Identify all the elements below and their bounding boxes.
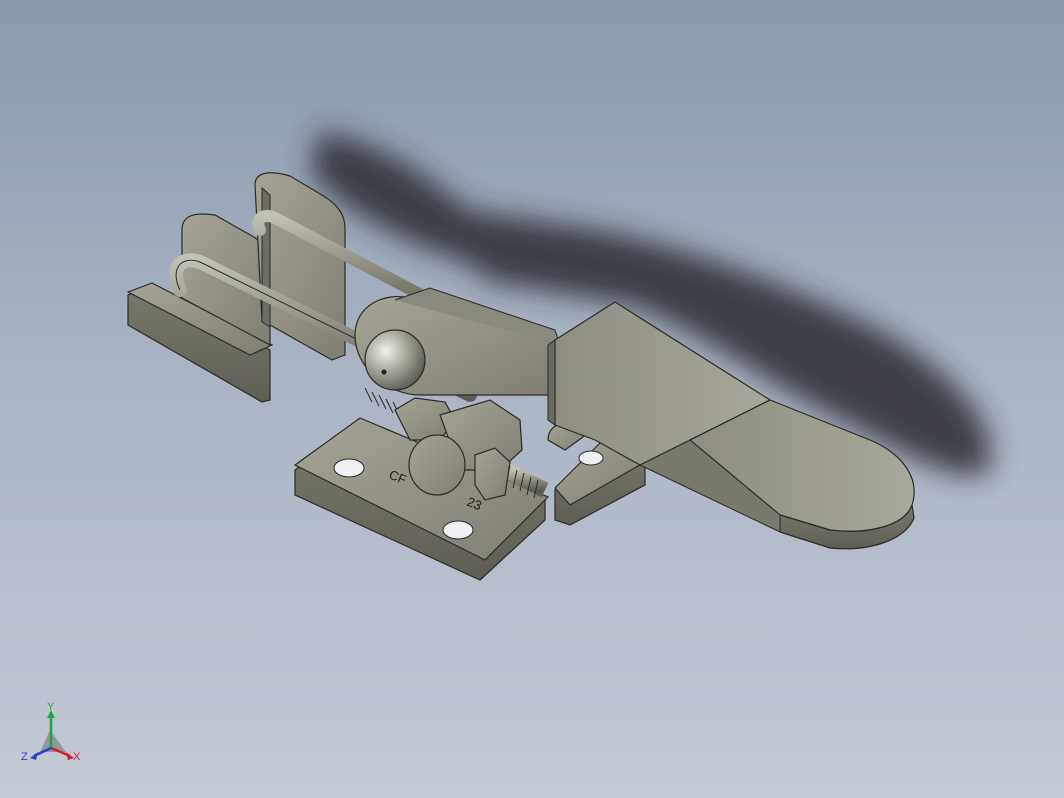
latch-clamp-model[interactable]: CF 23 — [0, 0, 1064, 798]
3d-viewport[interactable]: CF 23 Y X Z — [0, 0, 1064, 798]
y-axis-label: Y — [47, 701, 55, 713]
thread-left — [364, 387, 401, 417]
x-axis-label: X — [73, 751, 81, 763]
axis-triad: Y X Z — [21, 701, 81, 763]
z-axis-arrowhead — [30, 752, 38, 760]
z-axis-label: Z — [21, 751, 28, 763]
